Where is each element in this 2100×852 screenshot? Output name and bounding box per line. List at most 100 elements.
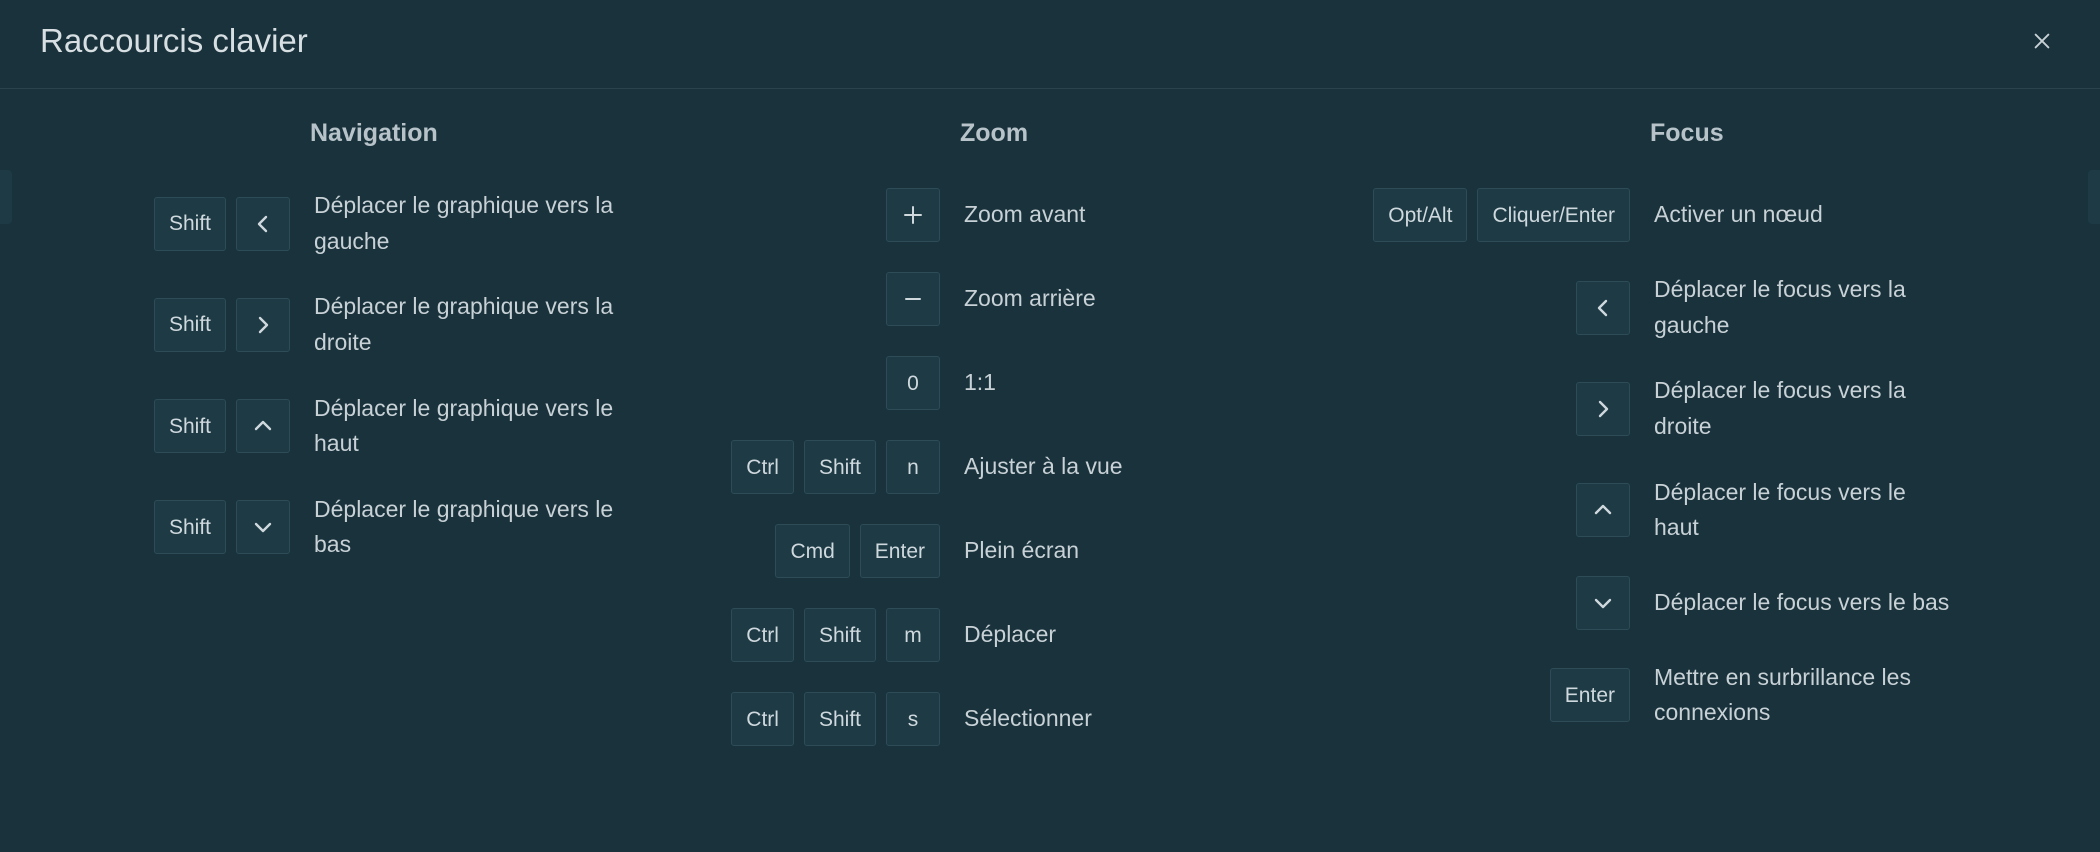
shortcut-row-nav-left: Shift Déplacer le graphique vers la gauc… [100, 188, 650, 259]
key-shift: Shift [154, 500, 226, 554]
shortcut-row-zoom-reset: 0 1:1 [670, 356, 1290, 410]
shortcut-row-focus-right: Déplacer le focus vers la droite [1310, 373, 2060, 444]
section-title-navigation: Navigation [310, 119, 650, 148]
shortcut-row-nav-right: Shift Déplacer le graphique vers la droi… [100, 289, 650, 360]
key-ctrl: Ctrl [731, 608, 794, 662]
shortcut-row-zoom-fit: Ctrl Shift n Ajuster à la vue [670, 440, 1290, 494]
shortcut-keys: Cmd Enter [670, 524, 940, 578]
key-n: n [886, 440, 940, 494]
chevron-left-icon [251, 212, 275, 236]
edge-handle-right[interactable] [2088, 170, 2100, 224]
shortcut-row-zoom-fullscreen: Cmd Enter Plein écran [670, 524, 1290, 578]
chevron-up-icon [251, 414, 275, 438]
plus-icon [901, 203, 925, 227]
chevron-left-icon [1591, 296, 1615, 320]
shortcut-desc: Déplacer le focus vers le bas [1654, 585, 1949, 621]
shortcut-keys: Enter [1310, 668, 1630, 722]
shortcut-row-zoom-in: Zoom avant [670, 188, 1290, 242]
key-ctrl: Ctrl [731, 440, 794, 494]
shortcut-keys: Opt/Alt Cliquer/Enter [1310, 188, 1630, 242]
key-shift: Shift [154, 399, 226, 453]
shortcut-desc: Sélectionner [964, 701, 1092, 737]
key-arrow-right [1576, 382, 1630, 436]
key-arrow-down [236, 500, 290, 554]
key-arrow-left [1576, 281, 1630, 335]
key-arrow-up [1576, 483, 1630, 537]
key-zero: 0 [886, 356, 940, 410]
key-arrow-up [236, 399, 290, 453]
shortcuts-dialog: Raccourcis clavier Navigation Shift Dépl… [0, 0, 2100, 852]
chevron-up-icon [1591, 498, 1615, 522]
section-navigation: Navigation Shift Déplacer le graphique v… [100, 119, 650, 832]
edge-handle-left[interactable] [0, 170, 12, 224]
shortcut-desc: Déplacer le focus vers la droite [1654, 373, 1954, 444]
shortcut-keys [1310, 281, 1630, 335]
shortcut-desc: Déplacer [964, 617, 1056, 653]
shortcut-row-focus-highlight: Enter Mettre en surbrillance les connexi… [1310, 660, 2060, 731]
shortcut-desc: Mettre en surbrillance les connexions [1654, 660, 1954, 731]
shortcut-desc: Déplacer le focus vers la gauche [1654, 272, 1954, 343]
shortcut-keys: Ctrl Shift m [670, 608, 940, 662]
shortcut-keys: 0 [670, 356, 940, 410]
shortcut-row-zoom-move: Ctrl Shift m Déplacer [670, 608, 1290, 662]
shortcut-keys: Ctrl Shift n [670, 440, 940, 494]
chevron-right-icon [251, 313, 275, 337]
shortcut-keys [670, 188, 940, 242]
shortcut-row-focus-up: Déplacer le focus vers le haut [1310, 475, 2060, 546]
shortcut-row-zoom-out: Zoom arrière [670, 272, 1290, 326]
key-shift: Shift [804, 608, 876, 662]
key-shift: Shift [804, 440, 876, 494]
shortcut-desc: Ajuster à la vue [964, 449, 1123, 485]
dialog-title: Raccourcis clavier [40, 22, 308, 60]
shortcut-row-nav-down: Shift Déplacer le graphique vers le bas [100, 492, 650, 563]
shortcut-row-focus-down: Déplacer le focus vers le bas [1310, 576, 2060, 630]
key-shift: Shift [154, 298, 226, 352]
shortcut-desc: 1:1 [964, 365, 996, 401]
section-title-focus: Focus [1650, 119, 2060, 148]
chevron-right-icon [1591, 397, 1615, 421]
shortcut-row-focus-activate: Opt/Alt Cliquer/Enter Activer un nœud [1310, 188, 2060, 242]
shortcut-desc: Déplacer le focus vers le haut [1654, 475, 1954, 546]
shortcut-desc: Déplacer le graphique vers la droite [314, 289, 614, 360]
shortcut-desc: Activer un nœud [1654, 197, 1823, 233]
section-focus: Focus Opt/Alt Cliquer/Enter Activer un n… [1310, 119, 2060, 832]
shortcut-keys [1310, 382, 1630, 436]
key-shift: Shift [154, 197, 226, 251]
dialog-header: Raccourcis clavier [0, 0, 2100, 89]
chevron-down-icon [251, 515, 275, 539]
shortcut-keys [1310, 576, 1630, 630]
minus-icon [901, 287, 925, 311]
key-ctrl: Ctrl [731, 692, 794, 746]
section-title-zoom: Zoom [960, 119, 1290, 148]
shortcut-keys: Shift [100, 399, 290, 453]
key-optalt: Opt/Alt [1373, 188, 1467, 242]
shortcut-desc: Déplacer le graphique vers la gauche [314, 188, 614, 259]
shortcut-keys: Shift [100, 298, 290, 352]
key-s: s [886, 692, 940, 746]
key-cmd: Cmd [775, 524, 849, 578]
close-button[interactable] [2024, 23, 2060, 59]
key-arrow-down [1576, 576, 1630, 630]
key-enter: Enter [860, 524, 940, 578]
shortcut-keys [670, 272, 940, 326]
shortcut-desc: Déplacer le graphique vers le bas [314, 492, 614, 563]
shortcut-keys: Shift [100, 500, 290, 554]
key-arrow-right [236, 298, 290, 352]
close-icon [2031, 30, 2053, 52]
key-m: m [886, 608, 940, 662]
key-enter: Enter [1550, 668, 1630, 722]
shortcut-row-focus-left: Déplacer le focus vers la gauche [1310, 272, 2060, 343]
chevron-down-icon [1591, 591, 1615, 615]
key-minus [886, 272, 940, 326]
key-clickenter: Cliquer/Enter [1477, 188, 1630, 242]
shortcut-row-nav-up: Shift Déplacer le graphique vers le haut [100, 391, 650, 462]
shortcut-keys: Shift [100, 197, 290, 251]
dialog-body: Navigation Shift Déplacer le graphique v… [0, 89, 2100, 852]
key-plus [886, 188, 940, 242]
shortcut-desc: Plein écran [964, 533, 1079, 569]
key-shift: Shift [804, 692, 876, 746]
shortcut-keys: Ctrl Shift s [670, 692, 940, 746]
shortcut-desc: Déplacer le graphique vers le haut [314, 391, 614, 462]
key-arrow-left [236, 197, 290, 251]
shortcut-keys [1310, 483, 1630, 537]
